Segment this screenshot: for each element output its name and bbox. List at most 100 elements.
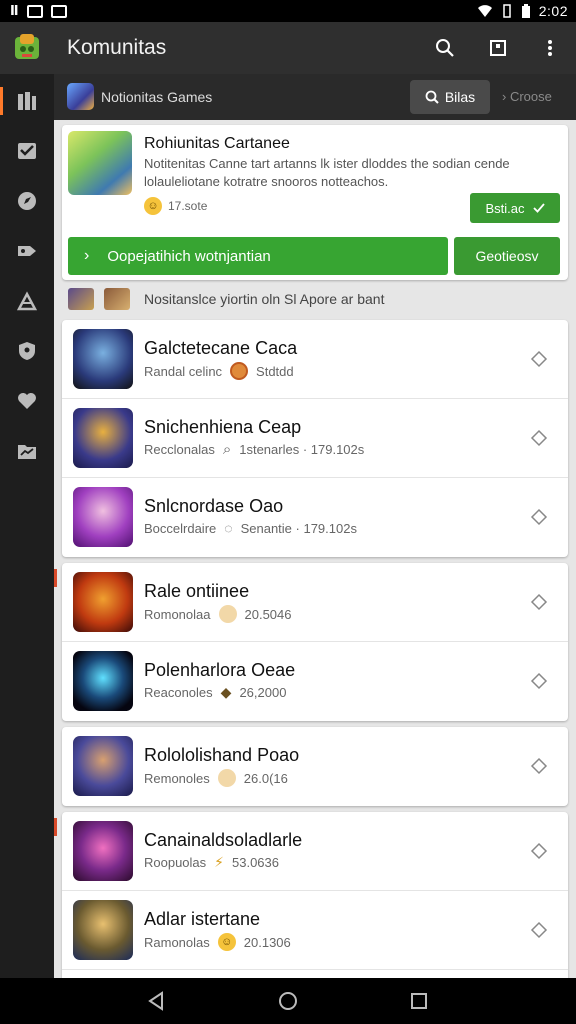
tag-icon <box>18 246 36 256</box>
game-title: Rolololishand Poao <box>144 745 300 765</box>
game-meta: Boccelrdaire ◌ Senantie · 179.102s <box>144 520 357 536</box>
app-title: Komunitas <box>67 36 167 59</box>
back-button[interactable] <box>145 990 167 1012</box>
system-nav-bar <box>0 978 576 1024</box>
search-icon <box>436 39 454 57</box>
list-item-partial[interactable] <box>62 970 568 978</box>
diamond-icon: ◆ <box>220 684 232 700</box>
list-item[interactable]: Snlcnordase Oao Boccelrdaire ◌ Senantie … <box>62 478 568 557</box>
game-title: Polenharlora Oeae <box>144 660 296 680</box>
badge-icon <box>218 605 237 623</box>
chevron-right-icon: › <box>502 89 507 104</box>
avatar <box>104 288 130 310</box>
game-thumbnail <box>73 408 133 468</box>
featured-secondary-button[interactable]: Geotieosv <box>454 237 560 275</box>
mail-icon <box>26 4 43 18</box>
choose-link[interactable]: › Croose <box>502 89 552 104</box>
chevron-icon[interactable] <box>528 506 550 528</box>
search-button[interactable] <box>432 35 458 61</box>
window-icon <box>490 40 506 56</box>
sidebar-item-security[interactable] <box>0 331 54 371</box>
game-title: Galctetecane Caca <box>144 338 298 358</box>
recents-icon <box>411 993 427 1009</box>
sidebar-item-inbox[interactable] <box>0 131 54 171</box>
sidebar-item-library[interactable] <box>0 81 54 121</box>
activity-text: Nositanslce yiortin oln Sl Apore ar bant <box>144 291 385 307</box>
window-button[interactable] <box>485 35 511 61</box>
game-meta: Reaconoles ◆ 26,2000 <box>144 684 287 700</box>
pin-icon: ⌕ <box>222 441 232 458</box>
library-icon <box>18 92 36 110</box>
list-item[interactable]: Snichenhiena Ceap Recclonalas ⌕ 1stenarl… <box>62 399 568 478</box>
main-content: Notionitas Games Bilas › Croose Rohiunit… <box>54 74 576 978</box>
chevron-icon[interactable] <box>528 755 550 777</box>
game-thumbnail <box>73 487 133 547</box>
sidebar-item-files[interactable] <box>0 431 54 471</box>
group-marker <box>54 569 57 587</box>
wifi-icon <box>477 5 492 17</box>
inbox-icon <box>18 143 36 159</box>
list-item[interactable]: Canainaldsoladlarle Roopuolas ⚡ 53.0636 <box>62 812 568 891</box>
featured-game-image[interactable] <box>68 131 132 195</box>
app-bar: Komunitas <box>0 22 576 74</box>
game-meta: Roopuolas ⚡ 53.0636 <box>144 854 279 870</box>
chevron-icon[interactable] <box>528 348 550 370</box>
game-meta: Randal celinc Stdtdd <box>144 362 294 380</box>
chevron-icon[interactable] <box>528 670 550 692</box>
list-item[interactable]: Rolololishand Poao Remonoles 26.0(16 <box>62 727 568 806</box>
search-filter-button[interactable]: Bilas <box>410 80 490 114</box>
system-tray: 2:02 <box>477 3 568 19</box>
featured-primary-button[interactable]: › Oopejatihich wotnjantian <box>68 237 448 275</box>
status-icons: Ⅱ <box>10 3 67 19</box>
back-icon <box>148 991 163 1011</box>
search-filter-label: Bilas <box>444 89 476 105</box>
compass-icon <box>18 192 36 210</box>
chevron-icon[interactable] <box>528 427 550 449</box>
game-thumbnail <box>73 329 133 389</box>
list-item[interactable]: Polenharlora Oeae Reaconoles ◆ 26,2000 <box>62 642 568 721</box>
avatar <box>68 288 94 310</box>
community-icon <box>67 83 94 110</box>
home-button[interactable] <box>277 990 299 1012</box>
chevron-icon[interactable] <box>528 919 550 941</box>
sub-header: Notionitas Games Bilas › Croose <box>54 74 576 120</box>
gmail-icon <box>50 4 67 18</box>
sidebar-item-explore[interactable] <box>0 181 54 221</box>
sidebar-item-puzzle[interactable] <box>0 281 54 321</box>
activity-strip[interactable]: Nositanslce yiortin oln Sl Apore ar bant <box>62 286 568 312</box>
game-list: Galctetecane Caca Randal celinc Stdtdd S… <box>54 320 568 978</box>
shield-icon <box>19 342 35 360</box>
game-group: Rale ontiinee Romonolaa 20.5046 Polenhar… <box>54 563 568 721</box>
featured-card[interactable]: Rohiunitas Cartanee Notitenitas Canne ta… <box>62 125 568 280</box>
game-meta: Remonoles 26.0(16 <box>144 769 288 787</box>
home-icon <box>279 992 297 1010</box>
badge-icon <box>230 362 249 380</box>
list-item[interactable]: Rale ontiinee Romonolaa 20.5046 <box>62 563 568 642</box>
game-meta: Recclonalas ⌕ 1stenarles · 179.102s <box>144 441 365 458</box>
featured-title: Rohiunitas Cartanee <box>144 135 290 152</box>
recents-button[interactable] <box>408 990 430 1012</box>
badge-icon <box>217 769 236 787</box>
app-logo[interactable] <box>12 32 42 62</box>
game-group: Galctetecane Caca Randal celinc Stdtdd S… <box>62 320 568 557</box>
featured-rating: ☺ 17.sote <box>144 197 207 215</box>
more-options-button[interactable] <box>537 35 563 61</box>
game-title: Rale ontiinee <box>144 581 250 601</box>
game-title: Canainaldsoladlarle <box>144 830 303 850</box>
game-group: Canainaldsoladlarle Roopuolas ⚡ 53.0636 … <box>54 812 568 978</box>
game-title: Snlcnordase Oao <box>144 496 284 516</box>
smiley-icon: ☺ <box>217 933 236 951</box>
sidebar-item-favorites[interactable] <box>0 381 54 421</box>
chevron-icon[interactable] <box>528 591 550 613</box>
game-thumbnail <box>73 572 133 632</box>
chevron-icon[interactable] <box>528 840 550 862</box>
sub-header-title: Notionitas Games <box>101 89 213 105</box>
list-item[interactable]: Adlar istertane Ramonolas ☺ 20.1306 <box>62 891 568 970</box>
featured-description: Notitenitas Canne tart artanns lk ister … <box>144 156 510 189</box>
game-group: Rolololishand Poao Remonoles 26.0(16 <box>62 727 568 806</box>
game-thumbnail <box>73 821 133 881</box>
list-item[interactable]: Galctetecane Caca Randal celinc Stdtdd <box>62 320 568 399</box>
featured-follow-button[interactable]: Bsti.ac <box>470 193 560 223</box>
sidebar-item-tags[interactable] <box>0 231 54 271</box>
sidebar <box>0 74 54 978</box>
